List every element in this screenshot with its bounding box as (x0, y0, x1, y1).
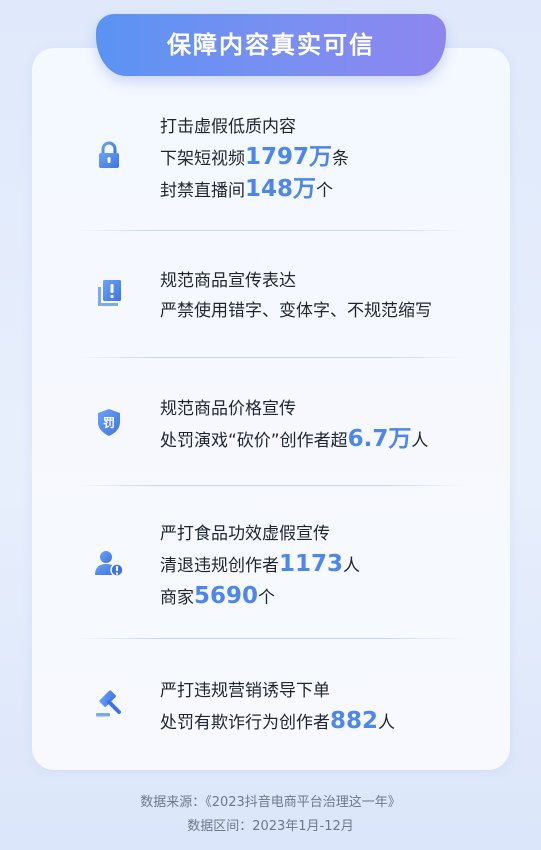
footer-range: 数据区间：2023年1月-12月 (187, 819, 354, 834)
item-1-line-2: 下架短视频1797万条 (160, 142, 349, 174)
penalty-shield-icon: 罚 (98, 409, 120, 436)
item-1-label-livestreams: 封禁直播间 (160, 181, 245, 201)
item-5-heading: 严打违规营销诱导下单 (160, 681, 330, 701)
item-5-text: 严打违规营销诱导下单 处罚有欺诈行为创作者882人 (160, 676, 395, 738)
banner-title: 保障内容真实可信 (167, 30, 375, 59)
item-1-label-videos: 下架短视频 (160, 149, 245, 169)
item-1-videos-count: 1797万 (245, 144, 333, 170)
item-3-heading: 规范商品价格宣传 (160, 399, 296, 419)
document-alert-icon (98, 280, 121, 306)
divider (78, 357, 464, 358)
item-1-heading: 打击虚假低质内容 (160, 117, 296, 137)
item-2-heading: 规范商品宣传表达 (160, 271, 296, 291)
item-3-count: 6.7万 (347, 426, 412, 452)
divider (78, 230, 464, 231)
item-4-label-creators: 清退违规创作者 (160, 556, 279, 576)
item-4-heading: 严打食品功效虚假宣传 (160, 524, 330, 544)
item-1-text: 打击虚假低质内容 下架短视频1797万条 封禁直播间148万个 (160, 112, 349, 206)
item-1-unit-videos: 条 (332, 149, 350, 169)
item-3-unit: 人 (411, 431, 429, 451)
item-4-merchants-count: 5690 (194, 583, 259, 609)
item-1-unit-livestreams: 个 (316, 181, 334, 201)
item-5-count: 882 (330, 708, 379, 734)
item-5-label: 处罚有欺诈行为创作者 (160, 713, 330, 733)
divider (78, 638, 464, 639)
item-1-livestreams-count: 148万 (245, 176, 317, 202)
user-warning-icon (95, 551, 124, 577)
item-3-line-2: 处罚演戏“砍价”创作者超6.7万人 (160, 424, 428, 456)
item-2-text: 规范商品宣传表达 严禁使用错字、变体字、不规范缩写 (160, 266, 432, 326)
item-4-line-2: 清退违规创作者1173人 (160, 549, 360, 581)
item-4-unit-merchants: 个 (258, 588, 276, 608)
item-3-text: 规范商品价格宣传 处罚演戏“砍价”创作者超6.7万人 (160, 394, 428, 456)
title-banner: 保障内容真实可信 (96, 14, 446, 76)
item-3-label: 处罚演戏“砍价”创作者超 (160, 431, 348, 451)
divider (78, 485, 464, 486)
item-4-text: 严打食品功效虚假宣传 清退违规创作者1173人 商家5690个 (160, 519, 360, 613)
item-4-unit-creators: 人 (343, 556, 361, 576)
item-2-line-2: 严禁使用错字、变体字、不规范缩写 (160, 301, 432, 321)
item-5-line-2: 处罚有欺诈行为创作者882人 (160, 706, 395, 738)
footer-source: 数据来源：《2023抖音电商平台治理这一年》 (140, 795, 401, 810)
lock-icon (99, 141, 119, 168)
item-5-unit: 人 (378, 713, 396, 733)
gavel-icon (96, 690, 121, 717)
item-4-line-3: 商家5690个 (160, 581, 360, 613)
item-4-creators-count: 1173 (279, 551, 344, 577)
item-4-label-merchants: 商家 (160, 588, 194, 608)
item-1-line-3: 封禁直播间148万个 (160, 174, 349, 206)
penalty-icon-glyph: 罚 (103, 416, 115, 430)
